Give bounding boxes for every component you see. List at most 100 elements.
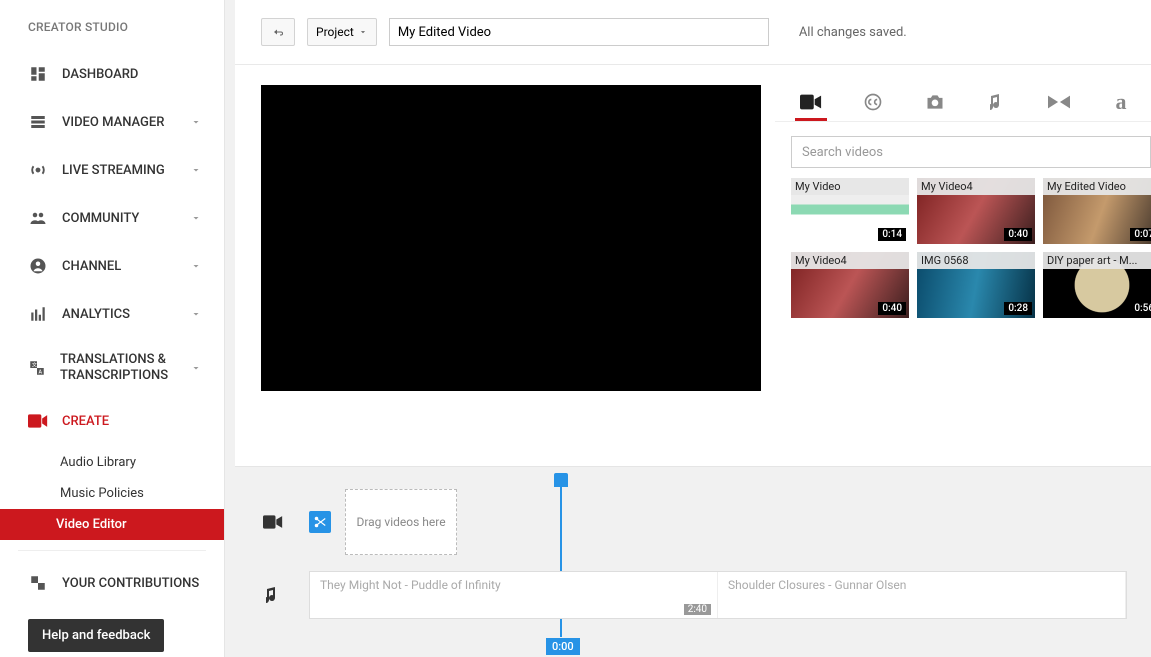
audio-track-icon (259, 586, 287, 604)
sidebar-item-analytics[interactable]: ANALYTICS (0, 290, 224, 338)
sidebar-item-live-streaming[interactable]: LIVE STREAMING (0, 146, 224, 194)
subitem-music-policies[interactable]: Music Policies (0, 478, 224, 509)
library-tabs: a ? (775, 77, 1151, 122)
chevron-down-icon (190, 116, 202, 128)
subitem-video-editor[interactable]: Video Editor (0, 509, 224, 540)
thumbnail-title: My Video4 (791, 252, 909, 269)
main-content: Project All changes saved. a ? (235, 0, 1151, 657)
community-icon (28, 208, 48, 228)
playhead-time: 0:00 (546, 638, 580, 655)
camera-icon (925, 93, 945, 111)
video-track: Drag videos here (235, 481, 1151, 563)
create-subitems: Audio Library Music Policies Video Edito… (0, 445, 224, 542)
text-icon: a (1116, 89, 1127, 115)
topbar: Project All changes saved. (235, 0, 1151, 65)
tab-text[interactable]: a (1105, 85, 1137, 121)
tab-transitions[interactable] (1043, 85, 1075, 121)
sidebar-title: CREATOR STUDIO (0, 20, 224, 50)
chevron-down-icon (190, 260, 202, 272)
sidebar-item-contributions[interactable]: YOUR CONTRIBUTIONS (0, 559, 224, 607)
thumbnail-title: My Video (791, 178, 909, 195)
tab-audio[interactable] (981, 85, 1013, 121)
tab-videos[interactable] (795, 85, 827, 121)
chevron-down-icon (190, 212, 202, 224)
tab-cc[interactable] (857, 85, 889, 121)
sidebar-item-label: COMMUNITY (62, 211, 139, 226)
sidebar-item-label: ANALYTICS (62, 307, 130, 322)
video-icon (800, 94, 822, 110)
thumbnail-duration: 0:07 (1130, 228, 1151, 241)
thumbnail-duration: 0:28 (1004, 302, 1032, 315)
video-thumbnail[interactable]: IMG 0568 0:28 (917, 252, 1035, 318)
thumbnail-duration: 0:40 (878, 302, 906, 315)
video-title-input[interactable] (389, 18, 769, 46)
chevron-down-icon (190, 362, 202, 374)
caret-down-icon (358, 27, 368, 37)
sidebar: CREATOR STUDIO DASHBOARD VIDEO MANAGER L… (0, 0, 225, 657)
audio-segment-title: Shoulder Closures - Gunnar Olsen (728, 578, 1115, 592)
project-dropdown[interactable]: Project (307, 18, 377, 46)
audio-segment[interactable]: They Might Not - Puddle of Infinity2:40 (310, 572, 718, 618)
transition-icon (1048, 95, 1070, 109)
project-label: Project (316, 25, 354, 39)
timeline: 0:00 Drag videos here They Might Not - P… (235, 466, 1151, 657)
contributions-icon (28, 573, 48, 593)
scissors-icon (313, 515, 327, 529)
video-thumbnail[interactable]: DIY paper art - M...0:56 (1043, 252, 1151, 318)
search-input[interactable] (791, 136, 1151, 168)
audio-segment[interactable]: Shoulder Closures - Gunnar Olsen (718, 572, 1126, 618)
video-preview[interactable] (261, 85, 761, 391)
sidebar-item-label: CHANNEL (62, 259, 121, 274)
create-icon (28, 411, 48, 431)
cc-icon (863, 92, 883, 112)
audio-track: They Might Not - Puddle of Infinity2:40 S… (235, 563, 1151, 627)
video-grid: My Video 0:14 My Video4 0:40 My Edited Video… (775, 178, 1151, 318)
save-status: All changes saved. (799, 25, 907, 40)
thumbnail-title: My Video4 (917, 178, 1035, 195)
subitem-audio-library[interactable]: Audio Library (0, 447, 224, 478)
video-thumbnail[interactable]: My Video 0:14 (791, 178, 909, 244)
audio-segment-duration: 2:40 (684, 604, 711, 615)
sidebar-item-dashboard[interactable]: DASHBOARD (0, 50, 224, 98)
tab-photos[interactable] (919, 85, 951, 121)
sidebar-item-label: TRANSLATIONS & TRANSCRIPTIONS (60, 352, 190, 383)
sidebar-item-label: LIVE STREAMING (62, 163, 165, 178)
thumbnail-title: My Edited Video (1043, 178, 1151, 195)
preview-column (235, 65, 775, 466)
thumbnail-duration: 0:40 (1004, 228, 1032, 241)
channel-icon (28, 256, 48, 276)
cut-button[interactable] (309, 511, 331, 533)
sidebar-item-create[interactable]: CREATE (0, 397, 224, 445)
help-feedback-button[interactable]: Help and feedback (28, 619, 164, 652)
sidebar-item-label: DASHBOARD (62, 67, 138, 82)
video-thumbnail[interactable]: My Edited Video 0:07 (1043, 178, 1151, 244)
video-thumbnail[interactable]: My Video4 0:40 (791, 252, 909, 318)
sidebar-item-label: YOUR CONTRIBUTIONS (62, 576, 199, 591)
audio-track-content[interactable]: They Might Not - Puddle of Infinity2:40 S… (309, 571, 1127, 619)
thumbnail-title: IMG 0568 (917, 252, 1035, 269)
undo-icon (270, 26, 286, 38)
search-box (791, 136, 1151, 168)
thumbnail-duration: 0:14 (878, 228, 906, 241)
dashboard-icon (28, 64, 48, 84)
sidebar-separator (18, 550, 206, 551)
chevron-down-icon (190, 308, 202, 320)
sidebar-item-label: CREATE (62, 414, 109, 429)
video-drop-zone[interactable]: Drag videos here (345, 489, 457, 555)
library-column: a ? My Video 0:14 My Video4 0:40 My Edited V… (775, 65, 1151, 466)
sidebar-item-label: VIDEO MANAGER (62, 115, 164, 130)
svg-text:A: A (39, 369, 43, 375)
back-button[interactable] (261, 18, 295, 46)
music-icon (990, 93, 1004, 111)
sidebar-item-video-manager[interactable]: VIDEO MANAGER (0, 98, 224, 146)
thumbnail-title: DIY paper art - M... (1043, 252, 1151, 269)
sidebar-item-translations[interactable]: 文A TRANSLATIONS & TRANSCRIPTIONS (0, 338, 224, 397)
video-track-icon (259, 515, 287, 529)
sidebar-item-channel[interactable]: CHANNEL (0, 242, 224, 290)
drop-zone-text: Drag videos here (356, 515, 445, 529)
chevron-down-icon (190, 164, 202, 176)
analytics-icon (28, 304, 48, 324)
live-icon (28, 160, 48, 180)
sidebar-item-community[interactable]: COMMUNITY (0, 194, 224, 242)
video-thumbnail[interactable]: My Video4 0:40 (917, 178, 1035, 244)
